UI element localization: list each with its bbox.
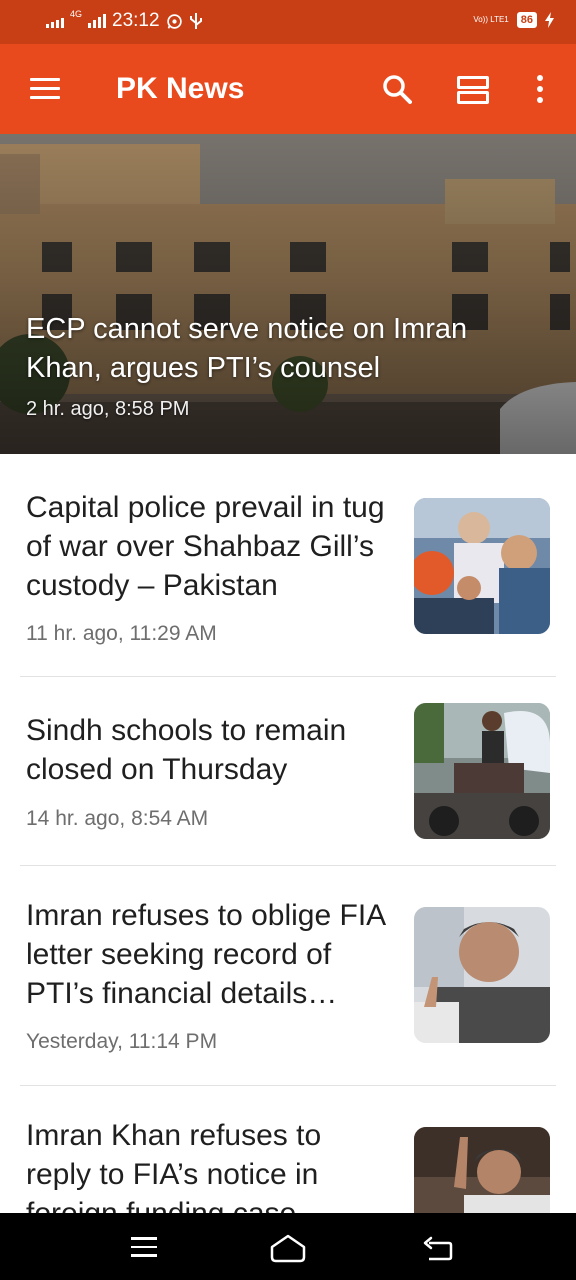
article-title: Capital police prevail in tug of war ove… (26, 491, 385, 602)
system-nav-bar (0, 1213, 576, 1280)
app-bar: PK News (0, 44, 576, 134)
list-item[interactable]: Sindh schools to remain closed on Thursd… (0, 677, 576, 865)
view-toggle-icon[interactable] (457, 76, 489, 104)
article-thumbnail (414, 703, 550, 839)
more-vert-icon[interactable] (537, 75, 543, 108)
featured-article-title: ECP cannot serve notice on Imran Khan, a… (26, 313, 468, 384)
featured-article[interactable]: ECP cannot serve notice on Imran Khan, a… (0, 134, 576, 454)
article-thumbnail (414, 1127, 550, 1213)
article-thumbnail (414, 498, 550, 634)
whatsapp-icon (166, 13, 182, 29)
status-bar: 4G 23:12 Vo)) LTE1 86 (0, 0, 576, 44)
volte-indicator: Vo)) LTE1 (473, 15, 509, 24)
charging-icon (545, 12, 554, 28)
article-title: Imran Khan refuses to reply to FIA’s not… (26, 1119, 322, 1213)
signal-icon-2 (88, 14, 107, 28)
article-thumbnail (414, 907, 550, 1043)
home-icon[interactable] (268, 1231, 308, 1265)
back-icon[interactable] (423, 1235, 455, 1263)
usb-icon (189, 13, 202, 29)
article-time: Yesterday, 11:14 PM (26, 1030, 218, 1053)
signal-icon (46, 14, 64, 28)
article-title: Sindh schools to remain closed on Thursd… (26, 714, 347, 786)
app-title: PK News (116, 72, 245, 105)
list-item[interactable]: Imran Khan refuses to reply to FIA’s not… (0, 1086, 576, 1213)
search-icon[interactable] (382, 74, 412, 104)
list-item[interactable]: Imran refuses to oblige FIA letter seeki… (0, 866, 576, 1086)
menu-icon[interactable] (30, 78, 60, 100)
article-time: 11 hr. ago, 11:29 AM (26, 622, 217, 645)
recents-menu-icon[interactable] (131, 1237, 157, 1263)
list-item[interactable]: Capital police prevail in tug of war ove… (0, 454, 576, 676)
article-time: 14 hr. ago, 8:54 AM (26, 807, 209, 830)
clock: 23:12 (112, 10, 160, 31)
network-type: 4G (70, 9, 83, 19)
battery-icon: 86 (516, 12, 537, 28)
article-title: Imran refuses to oblige FIA letter seeki… (26, 899, 385, 1010)
featured-article-time: 2 hr. ago, 8:58 PM (26, 398, 190, 420)
